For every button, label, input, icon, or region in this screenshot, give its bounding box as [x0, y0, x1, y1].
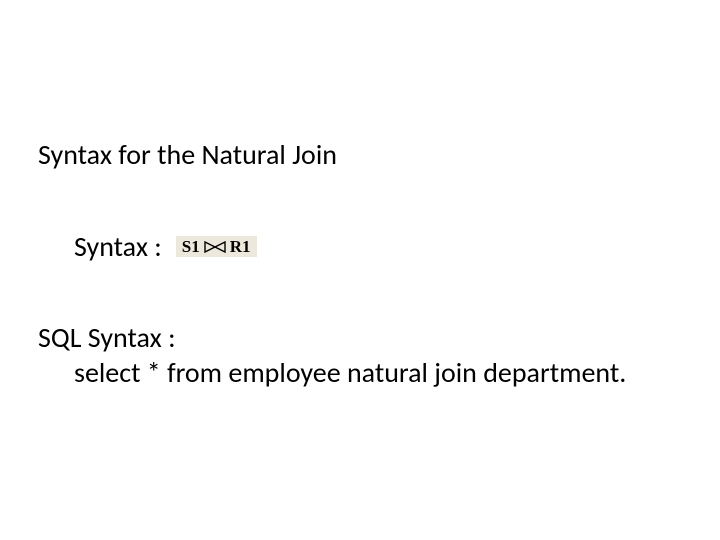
page-title: Syntax for the Natural Join — [38, 138, 337, 172]
natural-join-icon — [204, 241, 226, 253]
slide: Syntax for the Natural Join Syntax : S1 … — [0, 0, 720, 540]
sql-label: SQL Syntax : — [38, 320, 668, 355]
syntax-line: Syntax : S1 R1 — [74, 230, 257, 264]
syntax-label: Syntax : — [74, 230, 162, 264]
relation-left: S1 — [182, 238, 200, 255]
sql-code: select * from employee natural join depa… — [74, 355, 668, 390]
relation-right: R1 — [230, 238, 251, 255]
sql-syntax-block: SQL Syntax : select * from employee natu… — [38, 320, 668, 390]
relational-expression: S1 R1 — [176, 236, 257, 257]
